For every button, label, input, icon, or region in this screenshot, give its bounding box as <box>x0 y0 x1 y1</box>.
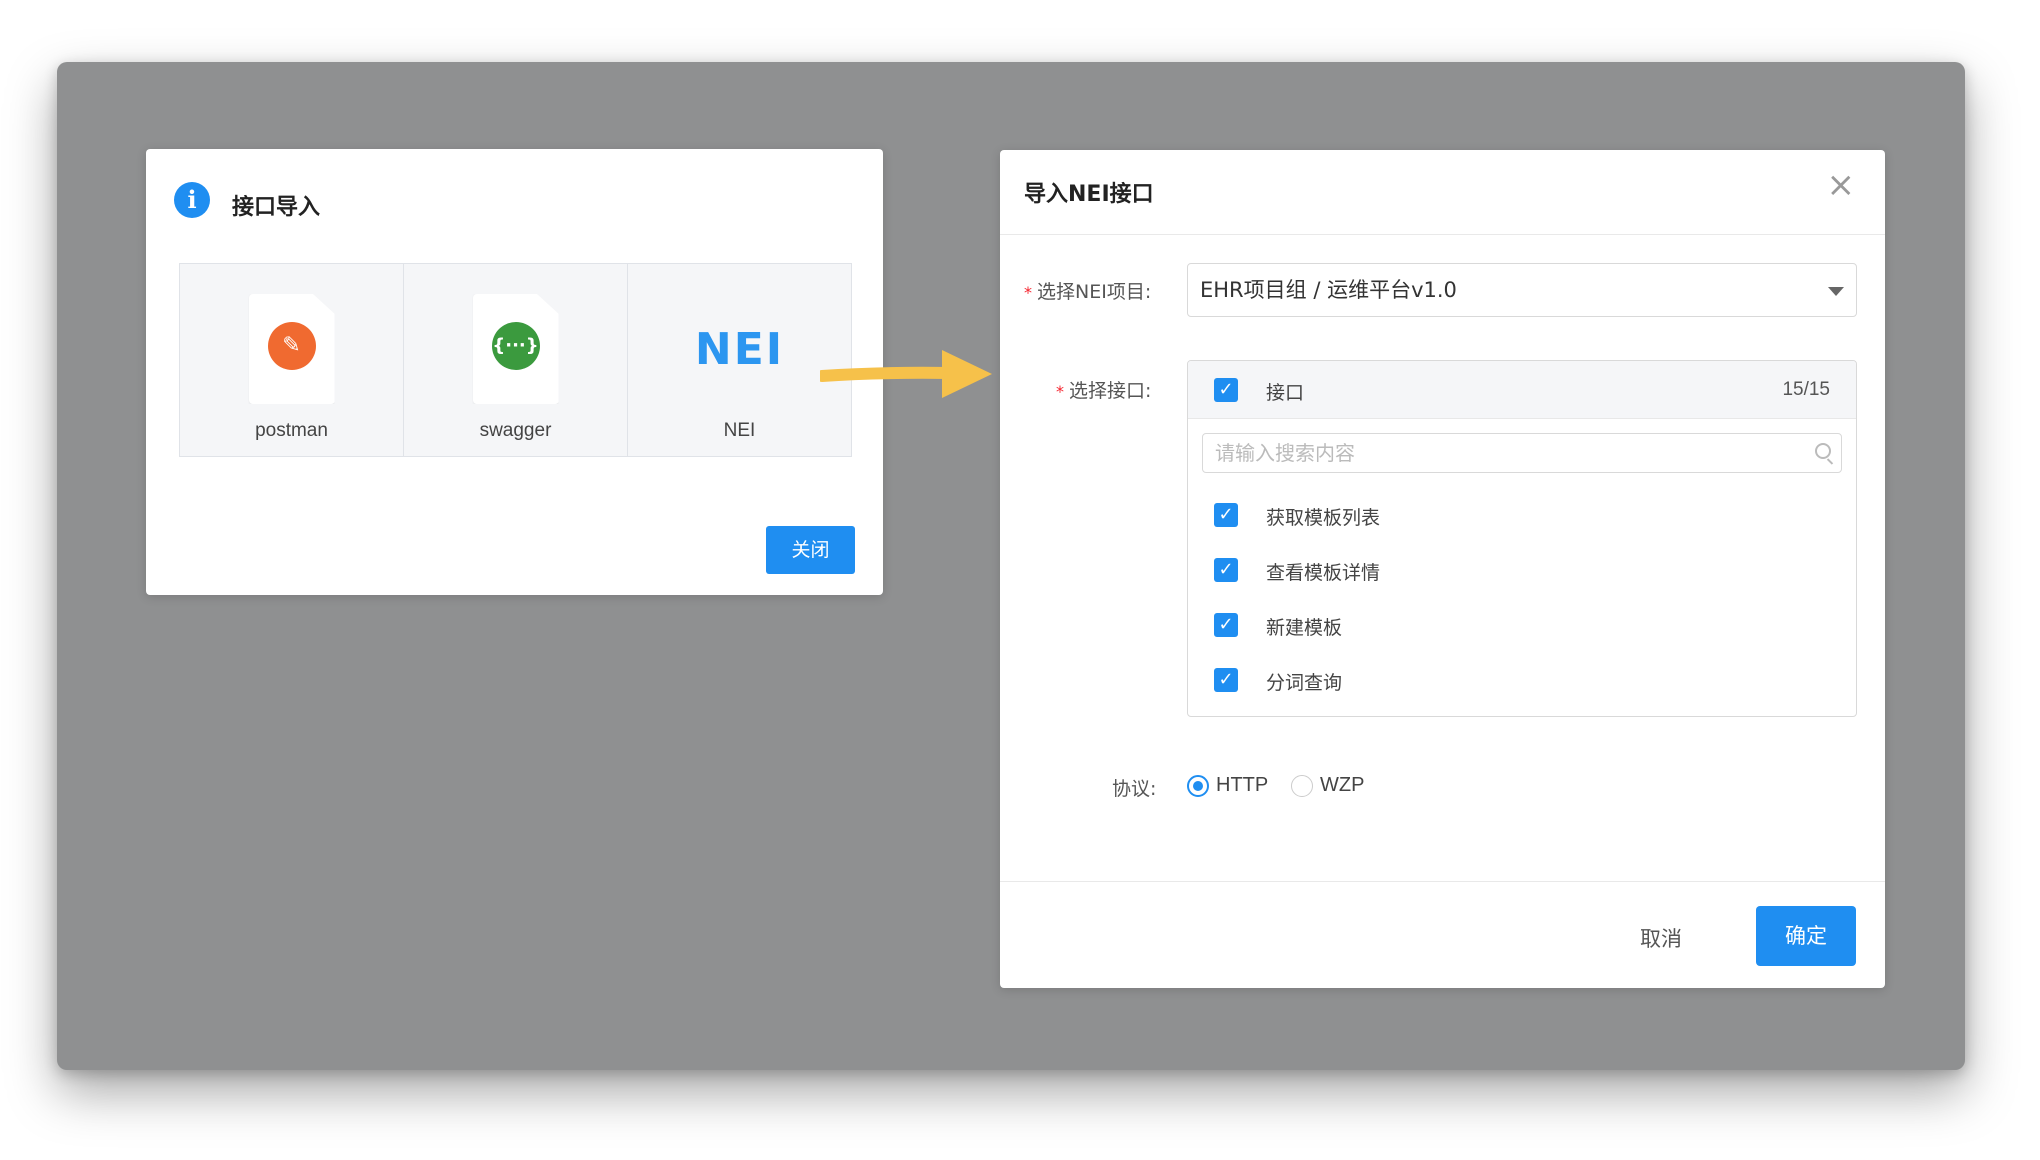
footer-divider <box>1000 881 1885 882</box>
swagger-logo-icon: {···} <box>491 322 540 370</box>
source-option-swagger[interactable]: {···} swagger <box>404 264 628 456</box>
search-placeholder: 请输入搜索内容 <box>1215 441 1355 465</box>
protocol-option-label: HTTP <box>1216 774 1269 796</box>
required-mark: * <box>1024 283 1032 302</box>
header-divider <box>1000 234 1885 235</box>
source-label: NEI <box>723 420 756 441</box>
caret-down-icon <box>1828 287 1844 296</box>
arrow-icon <box>820 350 992 398</box>
cancel-button[interactable]: 取消 <box>1640 923 1682 953</box>
required-mark: * <box>1056 382 1064 401</box>
postman-logo-icon: ✎ <box>267 322 316 370</box>
info-icon: i <box>174 182 210 218</box>
search-icon <box>1815 443 1831 459</box>
close-button[interactable]: 关闭 <box>766 526 855 574</box>
close-icon[interactable]: × <box>1827 168 1856 202</box>
interface-count: 15/15 <box>1782 379 1830 400</box>
source-option-nei[interactable]: NEI NEI <box>628 264 851 456</box>
project-label: * 选择NEI项目: <box>1024 281 1152 303</box>
protocol-radio-http[interactable] <box>1187 775 1209 797</box>
protocol-label: 协议: <box>1112 778 1157 800</box>
nei-logo-icon: NEI <box>694 324 785 375</box>
select-all-checkbox[interactable]: ✓ <box>1214 378 1238 402</box>
interface-checkbox[interactable]: ✓ <box>1214 558 1238 582</box>
interface-search-input[interactable]: 请输入搜索内容 <box>1202 433 1842 473</box>
interface-item-label: 分词查询 <box>1266 672 1343 694</box>
interface-checkbox[interactable]: ✓ <box>1214 613 1238 637</box>
import-nei-dialog: 导入NEI接口 × * 选择NEI项目: EHR项目组 / 运维平台v1.0 * 选… <box>1000 150 1885 988</box>
source-option-postman[interactable]: ✎ postman <box>180 264 404 456</box>
source-label: swagger <box>479 420 552 441</box>
interface-checkbox[interactable]: ✓ <box>1214 668 1238 692</box>
interface-label: * 选择接口: <box>1056 380 1152 402</box>
interface-item-label: 查看模板详情 <box>1266 562 1381 584</box>
project-select[interactable]: EHR项目组 / 运维平台v1.0 <box>1187 263 1857 317</box>
interface-item-label: 获取模板列表 <box>1266 507 1381 529</box>
source-options: ✎ postman {···} swagger NEI NEI <box>179 263 852 457</box>
interface-checkbox[interactable]: ✓ <box>1214 503 1238 527</box>
import-source-dialog: i 接口导入 ✎ postman {···} swagger NEI NEI 关… <box>146 149 883 595</box>
confirm-button[interactable]: 确定 <box>1756 906 1856 966</box>
project-select-value: EHR项目组 / 运维平台v1.0 <box>1200 278 1457 302</box>
interface-panel-header: ✓ 接口 15/15 <box>1188 361 1856 419</box>
protocol-option-label: WZP <box>1320 774 1365 796</box>
interface-transfer-panel: ✓ 接口 15/15 请输入搜索内容 ✓ 获取模板列表 ✓ 查看模板详情 ✓ 新… <box>1187 360 1857 717</box>
source-label: postman <box>255 420 328 441</box>
interface-item-label: 新建模板 <box>1266 617 1343 639</box>
select-all-label: 接口 <box>1266 382 1305 404</box>
dialog-title: 接口导入 <box>232 195 321 220</box>
protocol-radio-wzp[interactable] <box>1291 775 1313 797</box>
dialog-title: 导入NEI接口 <box>1024 182 1154 207</box>
